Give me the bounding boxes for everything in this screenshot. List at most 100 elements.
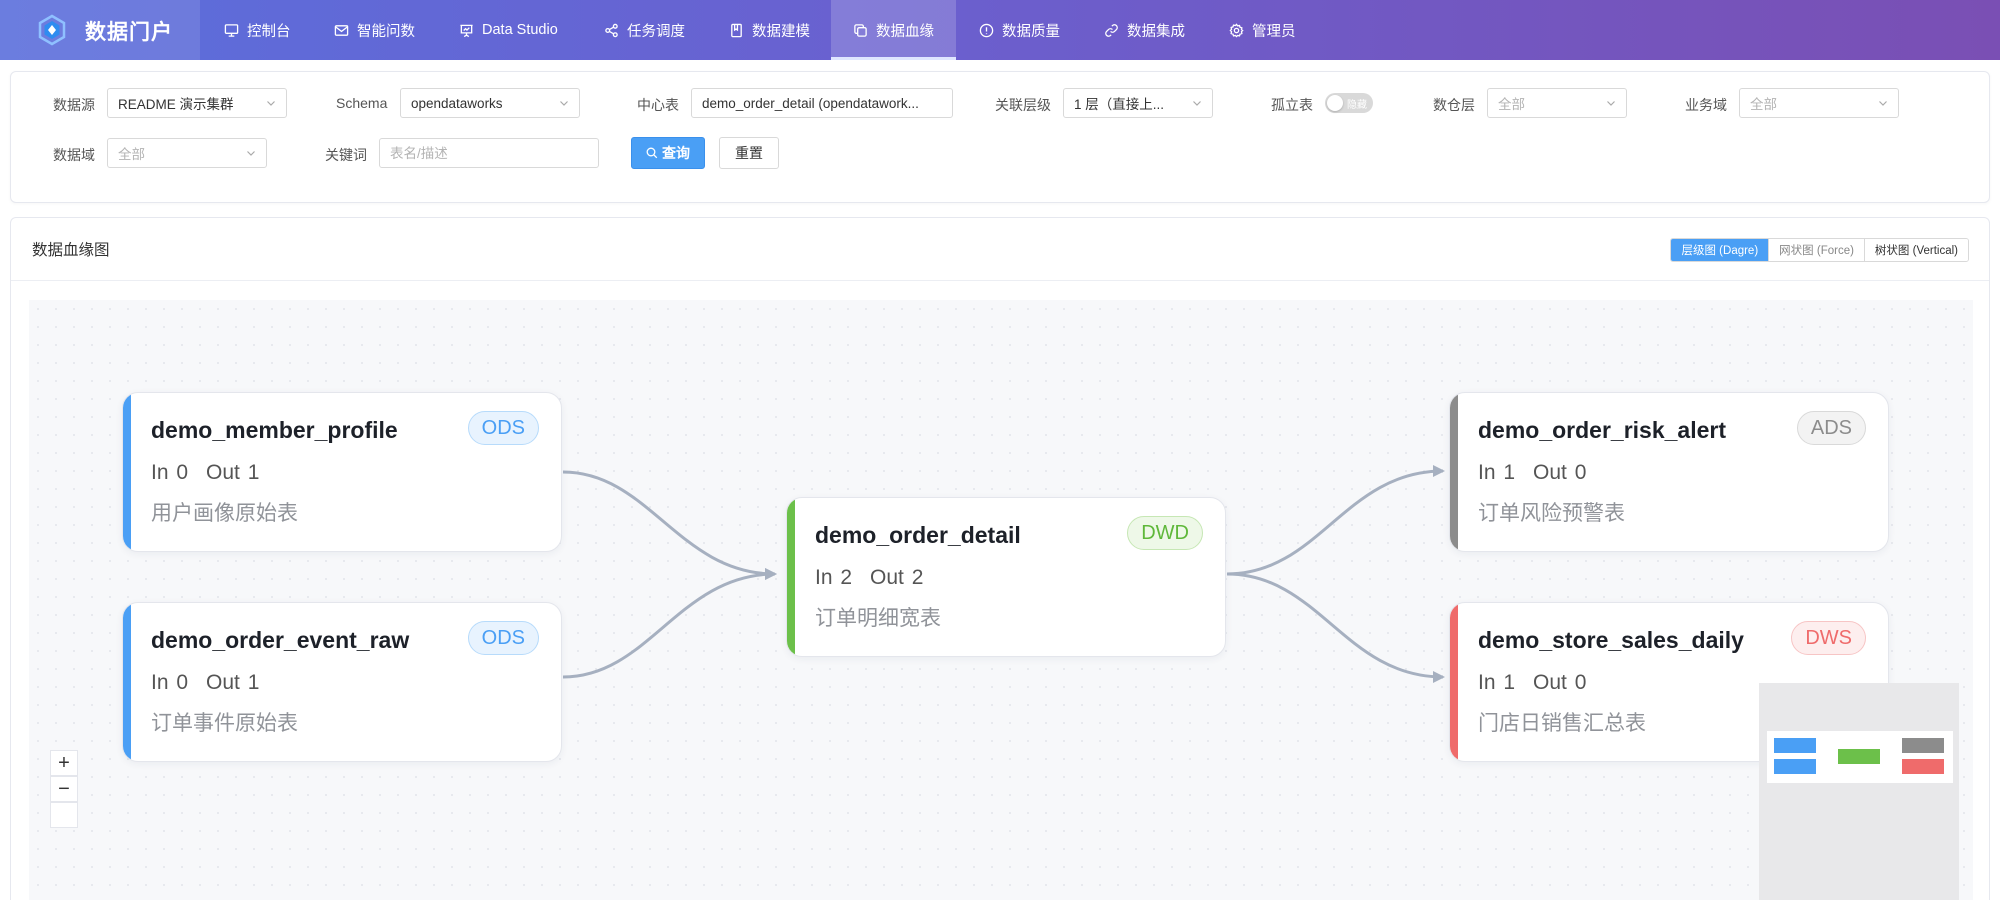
isolated-toggle[interactable]: 隐藏: [1325, 93, 1373, 113]
schema-select[interactable]: opendataworks: [400, 88, 580, 118]
view-force-button[interactable]: 网状图 (Force): [1768, 239, 1864, 261]
depth-select[interactable]: 1 层（直接上...: [1063, 88, 1213, 118]
warehouse-layer-select[interactable]: 全部: [1487, 88, 1627, 118]
nav-item-label: 智能问数: [357, 23, 415, 40]
lineage-canvas[interactable]: demo_member_profile ODS In 0 Out 1 用户画像原始…: [29, 300, 1973, 900]
center-table-select[interactable]: demo_order_detail (opendatawork...: [691, 88, 953, 118]
lineage-node-demo-order-event-raw[interactable]: demo_order_event_raw ODS In 0 Out 1 订单事件原…: [122, 602, 562, 762]
node-out-count: Out 2: [870, 566, 924, 589]
node-layer-badge: DWS: [1791, 621, 1866, 655]
zoom-out-button[interactable]: −: [50, 776, 78, 802]
monitor-icon: [224, 23, 239, 37]
nav-item-dashboard[interactable]: 控制台: [224, 0, 291, 60]
business-domain-placeholder: 全部: [1750, 97, 1777, 112]
chevron-down-icon: [560, 101, 568, 106]
nav-item-label: 数据建模: [752, 23, 810, 40]
datasource-select[interactable]: README 演示集群: [107, 88, 287, 118]
nav-item-lineage[interactable]: 数据血缘: [831, 0, 956, 60]
node-in-out: In 0 Out 1: [151, 461, 277, 485]
chevron-down-icon: [267, 101, 275, 106]
presentation-icon: [460, 24, 473, 37]
datasource-value: README 演示集群: [118, 97, 234, 112]
zoom-fit-button[interactable]: [50, 802, 78, 828]
nav-item-modeling[interactable]: 数据建模: [729, 0, 810, 60]
chevron-down-icon: [1879, 101, 1887, 106]
brand-title: 数据门户: [85, 21, 173, 44]
edge-member-profile-to-order-detail: [562, 470, 777, 580]
lineage-node-demo-member-profile[interactable]: demo_member_profile ODS In 0 Out 1 用户画像原始…: [122, 392, 562, 552]
filter-panel: 数据源 README 演示集群 Schema opendataworks 中心表…: [10, 71, 1990, 203]
minimap[interactable]: [1759, 683, 1959, 900]
reset-button[interactable]: 重置: [719, 137, 779, 169]
node-name: demo_member_profile: [151, 417, 398, 443]
view-mode-switch: 层级图 (Dagre) 网状图 (Force) 树状图 (Vertical): [1670, 238, 1969, 262]
nav-item-label: 控制台: [247, 23, 291, 40]
nav-item-schedule[interactable]: 任务调度: [604, 0, 685, 60]
node-accent-bar: [123, 603, 131, 761]
data-domain-placeholder: 全部: [118, 147, 145, 162]
view-dagre-button[interactable]: 层级图 (Dagre): [1671, 239, 1769, 261]
share-icon: [605, 23, 618, 37]
nav-item-quality[interactable]: 数据质量: [979, 0, 1060, 60]
node-layer-badge: ADS: [1796, 411, 1866, 445]
lineage-node-demo-order-risk-alert[interactable]: demo_order_risk_alert ADS In 1 Out 0 订单风险…: [1449, 392, 1889, 552]
nav-item-label: 数据血缘: [876, 23, 934, 40]
node-out-count: Out 0: [1533, 461, 1587, 484]
query-button[interactable]: 查询: [631, 137, 705, 169]
node-name: demo_order_risk_alert: [1478, 417, 1727, 443]
link-icon: [1105, 23, 1118, 37]
node-description: 订单明细宽表: [815, 607, 941, 630]
nav-item-admin[interactable]: 管理员: [1229, 0, 1296, 60]
chevron-down-icon: [247, 151, 255, 156]
brand[interactable]: 数据门户: [0, 0, 200, 60]
nav-item-studio[interactable]: Data Studio: [459, 0, 558, 60]
node-in-out: In 0 Out 1: [151, 671, 277, 695]
datasource-label: 数据源: [53, 97, 95, 113]
business-domain-select[interactable]: 全部: [1739, 88, 1899, 118]
node-in-count: In 0: [151, 671, 189, 694]
node-layer-badge: ODS: [467, 621, 539, 655]
data-domain-select[interactable]: 全部: [107, 138, 267, 168]
node-in-out: In 1 Out 0: [1478, 461, 1604, 485]
nav-item-label: 数据质量: [1002, 23, 1060, 40]
reset-button-label: 重置: [735, 145, 763, 161]
nav-item-label: 管理员: [1252, 23, 1296, 40]
depth-value: 1 层（直接上...: [1074, 97, 1165, 112]
lineage-title: 数据血缘图: [32, 242, 110, 259]
gear-icon: [1229, 22, 1244, 38]
nav-item-integration[interactable]: 数据集成: [1104, 0, 1185, 60]
nav-item-label: Data Studio: [482, 22, 558, 38]
keyword-input[interactable]: [390, 145, 588, 161]
chevron-down-icon: [1193, 101, 1201, 106]
node-description: 门店日销售汇总表: [1478, 712, 1646, 735]
node-out-count: Out 1: [206, 671, 260, 694]
node-accent-bar: [123, 393, 131, 551]
minimap-node: [1902, 759, 1944, 774]
node-accent-bar: [1450, 393, 1458, 551]
zoom-in-button[interactable]: +: [50, 750, 78, 776]
nav-item-label: 任务调度: [627, 23, 685, 40]
data-domain-label: 数据域: [53, 147, 95, 163]
node-in-count: In 1: [1478, 671, 1516, 694]
node-description: 订单事件原始表: [151, 712, 298, 735]
top-navigation-bar: 数据门户 控制台 智能问数 Data Studio 任务调度 数据建模 数据血缘…: [0, 0, 2000, 60]
query-button-label: 查询: [662, 145, 690, 161]
node-name: demo_order_detail: [815, 522, 1021, 548]
isolated-label: 孤立表: [1271, 97, 1313, 113]
view-vertical-button[interactable]: 树状图 (Vertical): [1863, 239, 1968, 261]
node-in-out: In 1 Out 0: [1478, 671, 1604, 695]
node-accent-bar: [787, 498, 795, 656]
node-in-count: In 2: [815, 566, 853, 589]
center-table-value: demo_order_detail (opendatawork...: [702, 95, 919, 111]
search-icon: [646, 147, 658, 159]
nav-item-ask[interactable]: 智能问数: [334, 0, 415, 60]
node-in-out: In 2 Out 2: [815, 566, 941, 590]
node-out-count: Out 0: [1533, 671, 1587, 694]
node-name: demo_order_event_raw: [151, 627, 410, 653]
keyword-field[interactable]: [379, 138, 599, 168]
edge-order-detail-to-store-sales: [1226, 572, 1445, 683]
lineage-node-demo-order-detail[interactable]: demo_order_detail DWD In 2 Out 2 订单明细宽表: [786, 497, 1226, 657]
node-name: demo_store_sales_daily: [1478, 627, 1744, 653]
edge-order-event-raw-to-order-detail: [562, 568, 777, 679]
schema-value: opendataworks: [411, 95, 503, 111]
